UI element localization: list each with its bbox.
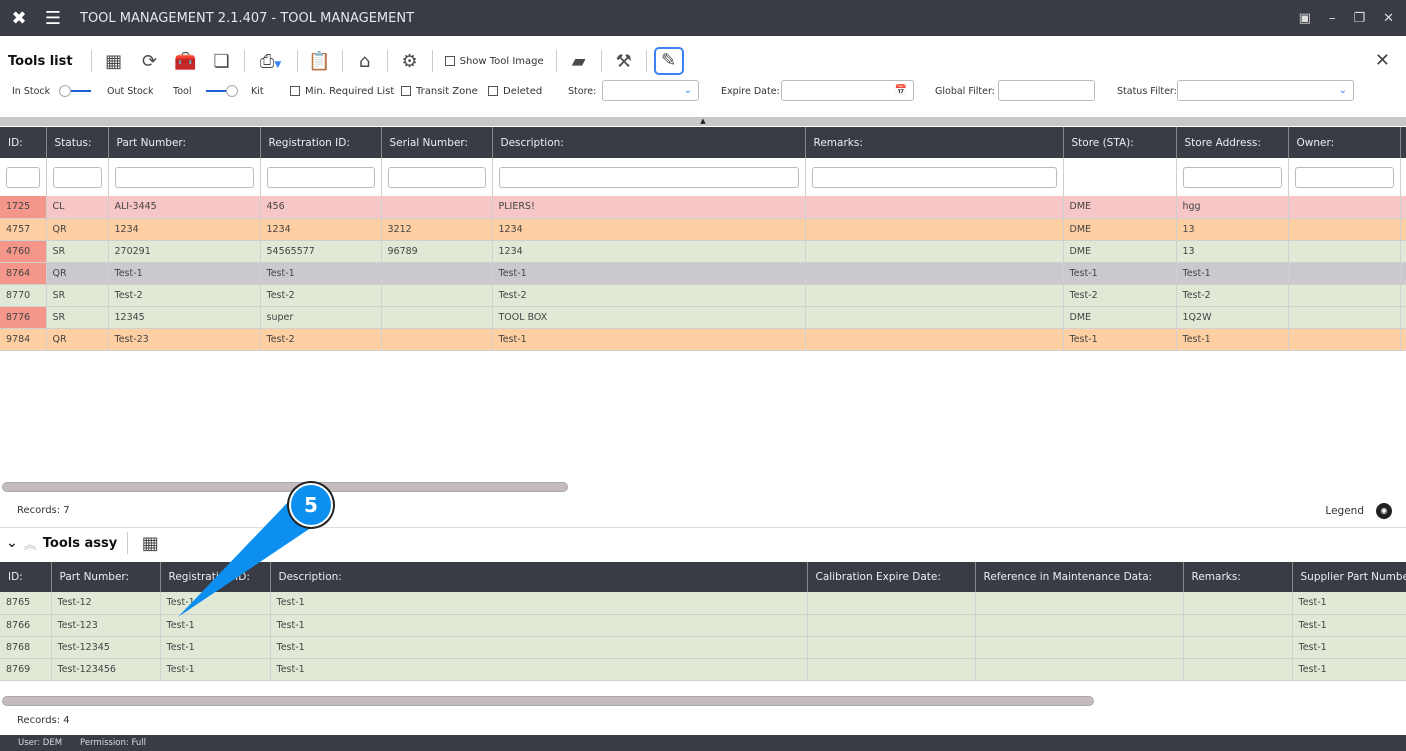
permission-status: Permission: Full [80, 738, 146, 748]
callout-pointer [178, 500, 330, 617]
callout-badge: 5 [289, 483, 333, 527]
status-bar: User: DEM Permission: Full [0, 735, 1406, 751]
user-status: User: DEM [18, 738, 63, 748]
